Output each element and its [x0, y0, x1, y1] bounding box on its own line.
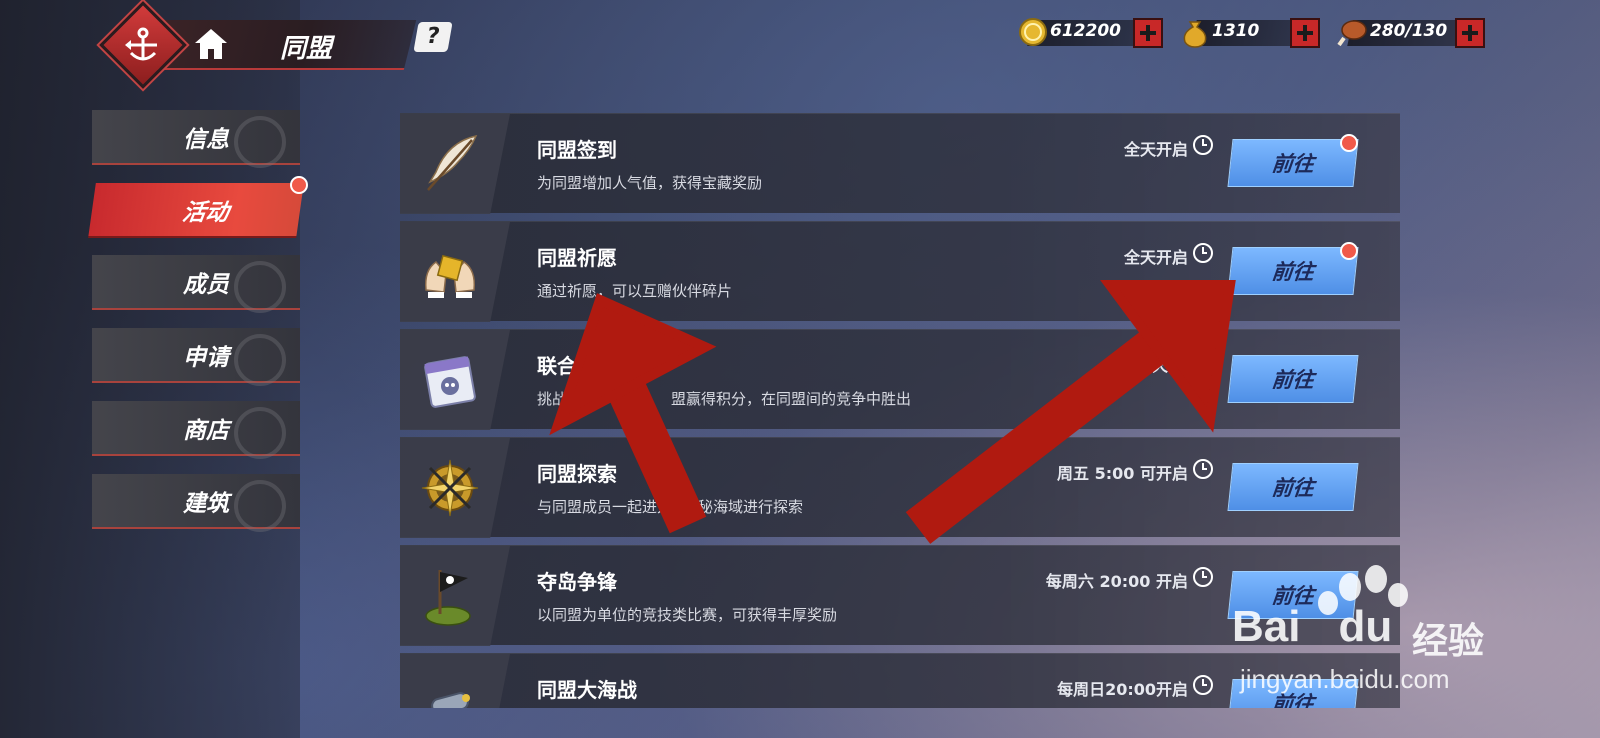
activity-description-part: 敌，: [617, 390, 648, 408]
watermark-brand: Bai du: [1232, 602, 1392, 652]
sidebar-item-shop[interactable]: 商店: [92, 401, 300, 459]
cannon-icon: [418, 672, 482, 708]
activity-row-wish: 同盟祈愿 通过祈愿，可以互赠伙伴碎片 全天开启 前往: [400, 221, 1400, 322]
activity-title: 夺岛争锋: [537, 570, 617, 594]
gold-value: 612200: [1050, 21, 1121, 41]
sidebar-item-label: 商店: [183, 417, 229, 444]
top-bar: 同盟 ? 612200 1310 280/130: [0, 0, 1600, 90]
activity-row-alliance: 联合 挑战 敌， 盟赢得积分，在同盟间的竞争中胜出 全天 前往: [400, 329, 1400, 430]
activity-title: 同盟探索: [537, 462, 617, 486]
sidebar-item-activities[interactable]: 活动: [88, 183, 304, 238]
meat-icon: [1336, 16, 1367, 48]
pirate-flag-icon: [418, 564, 482, 628]
bag-value: 1310: [1212, 21, 1260, 41]
page-title: 同盟: [280, 34, 333, 64]
watermark-brand-cn: 经验: [1412, 621, 1485, 662]
compass-icon: [418, 456, 482, 520]
sidebar-item-label: 活动: [180, 199, 231, 226]
sidebar-item-label: 申请: [183, 344, 229, 371]
activity-row-explore: 同盟探索 与同盟成员一起进入 秘海域进行探索 周五 5:00 可开启 前往: [400, 437, 1400, 538]
home-icon[interactable]: [192, 26, 230, 62]
activity-row-signin: 同盟签到 为同盟增加人气值，获得宝藏奖励 全天开启 前往: [400, 113, 1400, 214]
clock-icon: [1192, 458, 1214, 480]
activity-description-part: 挑战: [537, 390, 568, 408]
notification-dot: [1340, 242, 1358, 260]
activity-description-part: 与同盟成员一起进入: [537, 498, 673, 516]
go-button[interactable]: 前往: [1227, 247, 1359, 295]
activity-description: 为同盟增加人气值，获得宝藏奖励: [537, 174, 763, 192]
sidebar-item-label: 信息: [183, 126, 229, 153]
sidebar-item-info[interactable]: 信息: [92, 110, 300, 168]
activity-schedule: 每周六 20:00 开启: [1045, 572, 1188, 591]
meat-value: 280/130: [1370, 21, 1448, 41]
activity-title: 联合: [537, 354, 577, 378]
gold-add-button[interactable]: [1133, 18, 1163, 48]
go-button[interactable]: 前往: [1227, 463, 1359, 511]
go-button[interactable]: 前往: [1227, 139, 1359, 187]
activity-description: 通过祈愿，可以互赠伙伴碎片: [537, 282, 733, 300]
activity-schedule: 全天开启: [1123, 248, 1188, 267]
activity-schedule: 全天开启: [1123, 140, 1188, 159]
activity-description-part: 秘海域进行探索: [698, 498, 804, 516]
go-button[interactable]: 前往: [1227, 355, 1359, 403]
clock-icon: [1192, 674, 1214, 696]
money-bag-icon: [1180, 16, 1210, 48]
activity-schedule: 全天: [1135, 356, 1168, 375]
watermark-brand-part: du: [1338, 602, 1393, 651]
meat-add-button[interactable]: [1455, 18, 1485, 48]
bag-add-button[interactable]: [1290, 18, 1320, 48]
notification-dot: [290, 176, 308, 194]
sidebar-item-applications[interactable]: 申请: [92, 328, 300, 386]
clock-icon: [1192, 134, 1214, 156]
clock-icon: [1192, 242, 1214, 264]
sidebar-item-members[interactable]: 成员: [92, 255, 300, 313]
skull-calendar-icon: [418, 348, 482, 412]
help-button[interactable]: ?: [413, 22, 453, 52]
clock-icon: [1192, 566, 1214, 588]
sidebar-item-label: 建筑: [183, 490, 229, 517]
activity-schedule: 周五 5:00 可开启: [1057, 464, 1188, 483]
gold-coin-icon: [1018, 16, 1048, 48]
activity-description: 与同盟成员一起进入 秘海域进行探索: [537, 496, 803, 517]
sidebar-item-label: 成员: [183, 271, 229, 298]
watermark-brand-part: Bai: [1232, 602, 1301, 651]
sidebar-item-buildings[interactable]: 建筑: [92, 474, 300, 532]
notification-dot: [1340, 134, 1358, 152]
activity-title: 同盟大海战: [537, 678, 637, 702]
clock-icon: [1192, 350, 1214, 372]
activity-description: 挑战 敌， 盟赢得积分，在同盟间的竞争中胜出: [537, 388, 911, 409]
praying-hands-icon: [418, 240, 482, 304]
activity-schedule: 每周日20:00开启: [1057, 680, 1188, 699]
watermark-url: jingyan.baidu.com: [1240, 664, 1450, 694]
activity-description: 以同盟为单位的竞技类比赛，可获得丰厚奖励: [537, 606, 838, 624]
activity-description-part: 盟赢得积分，在同盟间的竞争中胜出: [671, 390, 912, 408]
anchor-back-icon[interactable]: [120, 22, 166, 68]
quill-feather-icon: [418, 132, 482, 196]
activity-title: 同盟祈愿: [537, 246, 617, 270]
activity-title: 同盟签到: [537, 138, 617, 162]
